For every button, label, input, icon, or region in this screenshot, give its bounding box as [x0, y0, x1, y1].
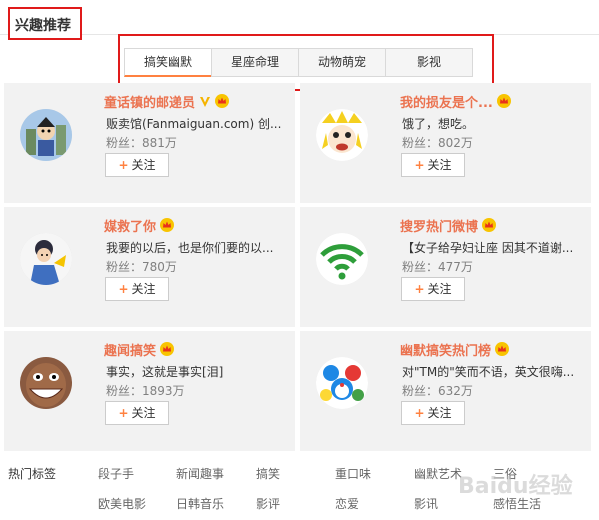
user-name[interactable]: 趣闻搞笑: [104, 344, 156, 359]
user-name[interactable]: 媒救了你: [104, 220, 156, 235]
fans-count: 粉丝：802万: [402, 136, 473, 150]
crown-icon: [495, 342, 510, 360]
tab-pets[interactable]: 动物萌宠: [298, 48, 386, 77]
recommend-card: 童话镇的邮递员 贩卖馆(Fanmaiguan.com) 创... 粉丝：881万…: [4, 83, 295, 203]
crown-icon: [215, 94, 230, 112]
user-name[interactable]: 搜罗热门微博: [400, 220, 478, 235]
crown-icon: [482, 218, 497, 236]
tag-link[interactable]: 影讯: [414, 495, 438, 512]
tag-link[interactable]: 影评: [256, 495, 280, 512]
crown-icon: [496, 94, 511, 112]
user-name-link[interactable]: 搜罗热门微博: [400, 216, 497, 236]
follow-label: 关注: [427, 406, 452, 420]
follow-label: 关注: [131, 406, 156, 420]
user-name-link[interactable]: 媒救了你: [104, 216, 175, 236]
tab-movies[interactable]: 影视: [385, 48, 473, 77]
crown-icon: [160, 218, 175, 236]
follow-label: 关注: [427, 158, 452, 172]
user-description: 事实，这就是事实[泪]: [106, 365, 224, 379]
user-description: 饿了，想吃。: [402, 117, 475, 131]
tag-link[interactable]: 搞笑: [256, 465, 280, 482]
crown-icon: [160, 342, 175, 360]
follow-label: 关注: [131, 282, 156, 296]
user-description: 对"TM的"笑而不语，英文很嗨...: [402, 365, 575, 379]
user-name-link[interactable]: 我的损友是个...: [400, 92, 511, 112]
user-name-link[interactable]: 幽默搞笑热门榜: [400, 340, 510, 360]
watermark-logo: Baidu经验: [458, 474, 573, 499]
tag-link[interactable]: 日韩音乐: [176, 495, 224, 512]
fans-count: 粉丝：881万: [106, 136, 177, 150]
tag-link[interactable]: 幽默艺术: [414, 465, 462, 482]
avatar[interactable]: [20, 357, 72, 409]
avatar[interactable]: [20, 109, 72, 161]
recommend-card: 我的损友是个... 饿了，想吃。 粉丝：802万 + 关注: [300, 83, 591, 203]
follow-button[interactable]: + 关注: [401, 153, 465, 177]
section-title: 兴趣推荐: [8, 7, 82, 40]
v-icon: [199, 96, 211, 112]
follow-button[interactable]: + 关注: [401, 401, 465, 425]
fans-count: 粉丝：1893万: [106, 384, 185, 398]
tag-link[interactable]: 重口味: [335, 465, 371, 482]
avatar[interactable]: [20, 233, 72, 285]
header: 兴趣推荐: [0, 0, 599, 40]
plus-icon: +: [414, 158, 425, 172]
avatar[interactable]: [316, 357, 368, 409]
tag-link[interactable]: 欧美电影: [98, 495, 146, 512]
plus-icon: +: [118, 406, 129, 420]
category-tabs: 搞笑幽默 星座命理 动物萌宠 影视: [124, 48, 473, 77]
hot-tags-label: 热门标签: [8, 467, 57, 481]
follow-button[interactable]: + 关注: [401, 277, 465, 301]
user-name-link[interactable]: 趣闻搞笑: [104, 340, 175, 360]
follow-button[interactable]: + 关注: [105, 153, 169, 177]
fans-count: 粉丝：477万: [402, 260, 473, 274]
tag-link[interactable]: 恋爱: [335, 495, 359, 512]
tag-link[interactable]: 新闻趣事: [176, 465, 224, 482]
plus-icon: +: [118, 282, 129, 296]
user-description: 我要的以后，也是你们要的以...: [106, 241, 274, 255]
user-description: 贩卖馆(Fanmaiguan.com) 创...: [106, 117, 282, 131]
plus-icon: +: [118, 158, 129, 172]
recommend-card: 媒救了你 我要的以后，也是你们要的以... 粉丝：780万 + 关注: [4, 207, 295, 327]
recommend-card: 趣闻搞笑 事实，这就是事实[泪] 粉丝：1893万 + 关注: [4, 331, 295, 451]
recommend-card: 搜罗热门微博 【女子给孕妇让座 因其不道谢... 粉丝：477万 + 关注: [300, 207, 591, 327]
avatar[interactable]: [316, 233, 368, 285]
fans-count: 粉丝：780万: [106, 260, 177, 274]
follow-label: 关注: [427, 282, 452, 296]
avatar[interactable]: [316, 109, 368, 161]
tag-link[interactable]: 段子手: [98, 465, 134, 482]
user-name[interactable]: 我的损友是个...: [400, 96, 493, 111]
user-name-link[interactable]: 童话镇的邮递员: [104, 92, 230, 112]
user-name[interactable]: 幽默搞笑热门榜: [400, 344, 491, 359]
plus-icon: +: [414, 282, 425, 296]
plus-icon: +: [414, 406, 425, 420]
user-description: 【女子给孕妇让座 因其不道谢...: [402, 241, 574, 255]
recommend-card: 幽默搞笑热门榜 对"TM的"笑而不语，英文很嗨... 粉丝：632万 + 关注: [300, 331, 591, 451]
tab-astrology[interactable]: 星座命理: [211, 48, 299, 77]
follow-button[interactable]: + 关注: [105, 277, 169, 301]
follow-label: 关注: [131, 158, 156, 172]
user-name[interactable]: 童话镇的邮递员: [104, 96, 195, 111]
tab-humor[interactable]: 搞笑幽默: [124, 48, 212, 77]
fans-count: 粉丝：632万: [402, 384, 473, 398]
follow-button[interactable]: + 关注: [105, 401, 169, 425]
